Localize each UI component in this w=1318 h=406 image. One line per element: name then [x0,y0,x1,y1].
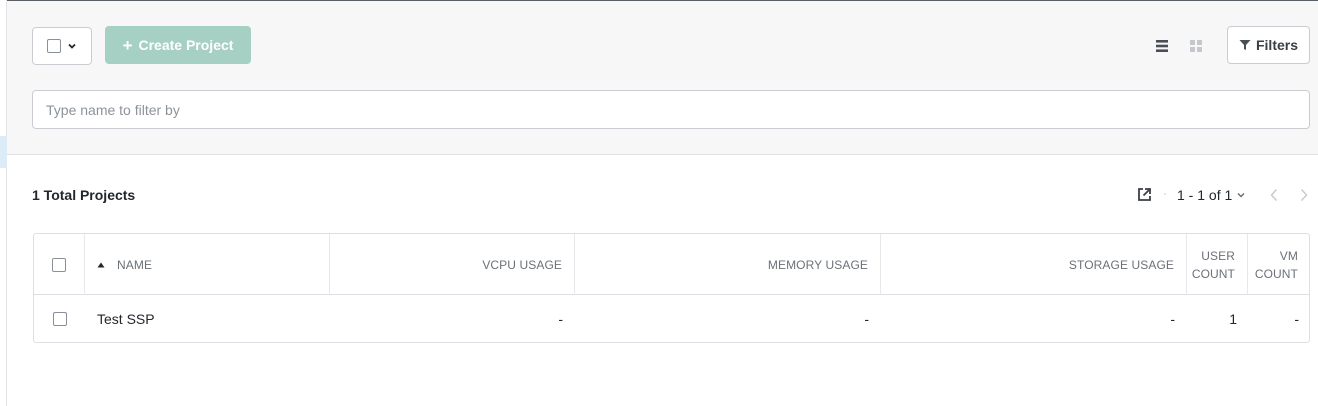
cell-storage-usage: - [1170,311,1175,327]
export-icon[interactable] [1137,187,1152,202]
projects-table: NAME VCPU USAGE MEMORY USAGE STORAGE USA… [33,233,1310,343]
create-project-button[interactable]: + Create Project [105,26,251,64]
header-select-cell [34,234,85,295]
funnel-icon [1239,40,1251,50]
header-select-all-checkbox[interactable] [52,257,66,272]
list-view-icon[interactable] [1155,39,1169,53]
grid-view-icon[interactable] [1189,39,1203,53]
cell-memory-usage: - [864,311,869,327]
cell-vcpu-usage: - [558,311,563,327]
left-nav-selected-highlight [0,136,7,168]
row-select-cell [34,295,85,343]
column-header-name-label: NAME [117,257,153,272]
filters-label: Filters [1255,37,1298,53]
bulk-select-dropdown[interactable] [32,27,92,65]
column-header-memory-usage[interactable]: MEMORY USAGE [575,234,881,295]
column-header-storage-usage-label: STORAGE USAGE [1068,257,1174,272]
column-header-name[interactable]: NAME [85,234,330,295]
pagination-range-dropdown[interactable]: 1 - 1 of 1 [1177,187,1246,203]
vm-count-header-line-2: COUNT [1254,266,1298,281]
total-projects-count: 1 Total Projects [32,187,136,203]
left-nav-edge [0,0,7,406]
filters-button[interactable]: Filters [1227,26,1310,64]
cell-user-count: 1 [1229,311,1237,327]
pagination-range-label: 1 - 1 of 1 [1177,187,1233,203]
column-header-storage-usage[interactable]: STORAGE USAGE [881,234,1187,295]
sort-ascending-icon [97,262,105,267]
chevron-down-icon [1237,192,1245,198]
column-header-user-count[interactable]: USER COUNT [1187,234,1248,295]
chevron-down-icon [68,43,76,49]
user-count-header-line-2: COUNT [1191,266,1235,281]
column-header-user-count-label: USER COUNT [1192,247,1235,283]
column-header-vcpu-usage[interactable]: VCPU USAGE [330,234,575,295]
vm-count-header-line-1: VM [1279,248,1298,263]
cell-vm-count: - [1294,311,1299,327]
plus-icon: + [122,35,133,55]
column-header-vm-count-label: VM COUNT [1255,247,1298,283]
name-filter-input[interactable] [32,90,1310,129]
toolbar-area [7,1,1318,155]
table-header: NAME VCPU USAGE MEMORY USAGE STORAGE USA… [34,234,1309,295]
pagination-separator: · [1163,186,1167,200]
user-count-header-line-1: USER [1201,248,1235,263]
cell-name[interactable]: Test SSP [97,295,330,343]
column-header-vcpu-usage-label: VCPU USAGE [482,257,562,272]
column-header-memory-usage-label: MEMORY USAGE [767,257,868,272]
select-all-checkbox[interactable] [47,39,61,53]
table-row[interactable]: Test SSP - - - 1 - [34,295,1309,343]
row-checkbox[interactable] [52,312,67,326]
create-project-label: Create Project [138,37,234,53]
next-page-icon[interactable] [1298,187,1310,203]
column-header-vm-count[interactable]: VM COUNT [1248,234,1310,295]
previous-page-icon[interactable] [1268,187,1280,203]
